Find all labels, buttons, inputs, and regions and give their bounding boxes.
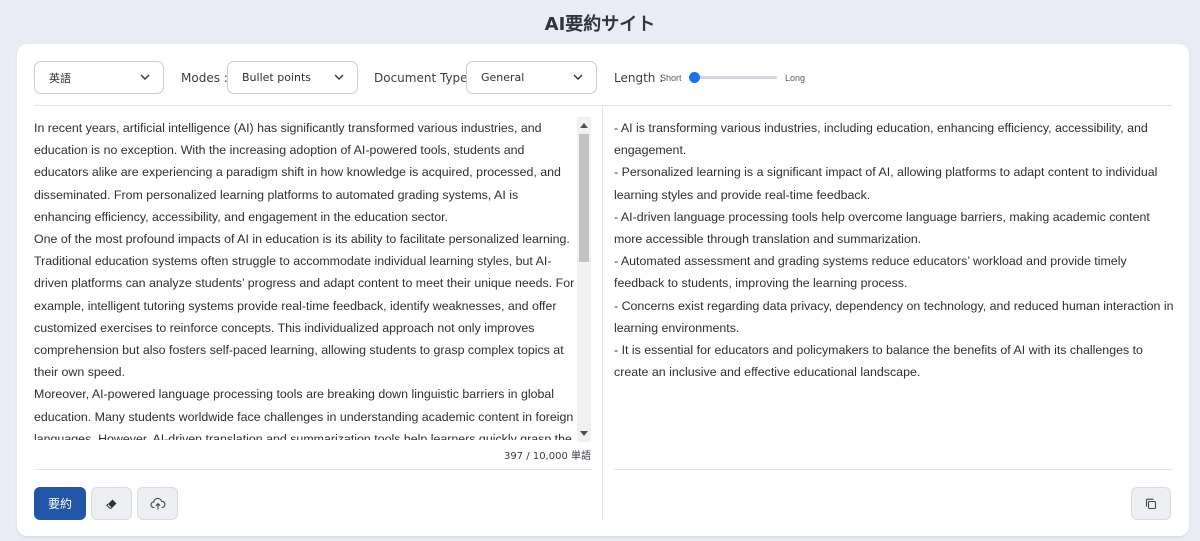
summarize-button[interactable]: 要約 bbox=[34, 487, 86, 520]
document-type-select[interactable]: General bbox=[466, 61, 597, 94]
input-scrollbar[interactable] bbox=[577, 117, 591, 442]
scrollbar-thumb[interactable] bbox=[579, 134, 589, 262]
summary-bullet: - Concerns exist regarding data privacy,… bbox=[614, 298, 1174, 335]
length-short-label: Short bbox=[660, 73, 682, 83]
language-select[interactable]: 英語 bbox=[34, 61, 164, 94]
modes-select[interactable]: Bullet points bbox=[227, 61, 358, 94]
copy-icon bbox=[1145, 498, 1157, 509]
eraser-icon bbox=[105, 499, 116, 509]
document-type-label: Document Type : bbox=[374, 71, 476, 85]
input-textarea[interactable]: In recent years, artificial intelligence… bbox=[34, 117, 576, 440]
summarizer-card: 英語 Modes : Bullet points Document Type :… bbox=[17, 44, 1189, 536]
word-count: 397 / 10,000 単語 bbox=[504, 451, 591, 462]
input-paragraph: In recent years, artificial intelligence… bbox=[34, 121, 561, 224]
cloud-upload-icon bbox=[150, 497, 165, 509]
modes-select-value: Bullet points bbox=[242, 71, 311, 84]
copy-button[interactable] bbox=[1131, 487, 1171, 520]
upload-button[interactable] bbox=[137, 487, 178, 520]
length-label: Length : bbox=[614, 71, 664, 85]
length-long-label: Long bbox=[785, 73, 806, 83]
summary-bullet: - AI is transforming various industries,… bbox=[614, 121, 1148, 158]
language-select-value: 英語 bbox=[49, 71, 71, 85]
summarize-button-label: 要約 bbox=[47, 497, 72, 511]
summary-bullet: - Automated assessment and grading syste… bbox=[614, 254, 1127, 291]
length-slider-thumb[interactable] bbox=[689, 72, 700, 83]
toolbar: 英語 Modes : Bullet points Document Type :… bbox=[17, 44, 1189, 106]
toolbar-divider bbox=[34, 105, 1172, 106]
clear-button[interactable] bbox=[91, 487, 132, 520]
summary-bullet: - It is essential for educators and poli… bbox=[614, 343, 1143, 380]
modes-label: Modes : bbox=[181, 71, 228, 85]
input-paragraph: Moreover, AI-powered language processing… bbox=[34, 387, 574, 440]
input-paragraph: One of the most profound impacts of AI i… bbox=[34, 232, 575, 380]
page-title: AI要約サイト bbox=[544, 14, 656, 35]
length-slider-track[interactable] bbox=[693, 76, 777, 79]
input-footer-divider bbox=[34, 469, 592, 470]
document-type-select-value: General bbox=[481, 71, 525, 84]
panel-divider bbox=[602, 106, 603, 520]
chevron-down-icon bbox=[140, 74, 150, 80]
scroll-down-arrow-icon[interactable] bbox=[580, 431, 588, 436]
summary-bullet: - Personalized learning is a significant… bbox=[614, 165, 1158, 202]
summary-bullet: - AI-driven language processing tools he… bbox=[614, 209, 1150, 247]
chevron-down-icon bbox=[573, 74, 583, 80]
scroll-up-arrow-icon[interactable] bbox=[580, 123, 588, 128]
output-footer-divider bbox=[614, 469, 1172, 470]
summary-output: - AI is transforming various industries,… bbox=[614, 117, 1174, 417]
chevron-down-icon bbox=[334, 74, 344, 80]
